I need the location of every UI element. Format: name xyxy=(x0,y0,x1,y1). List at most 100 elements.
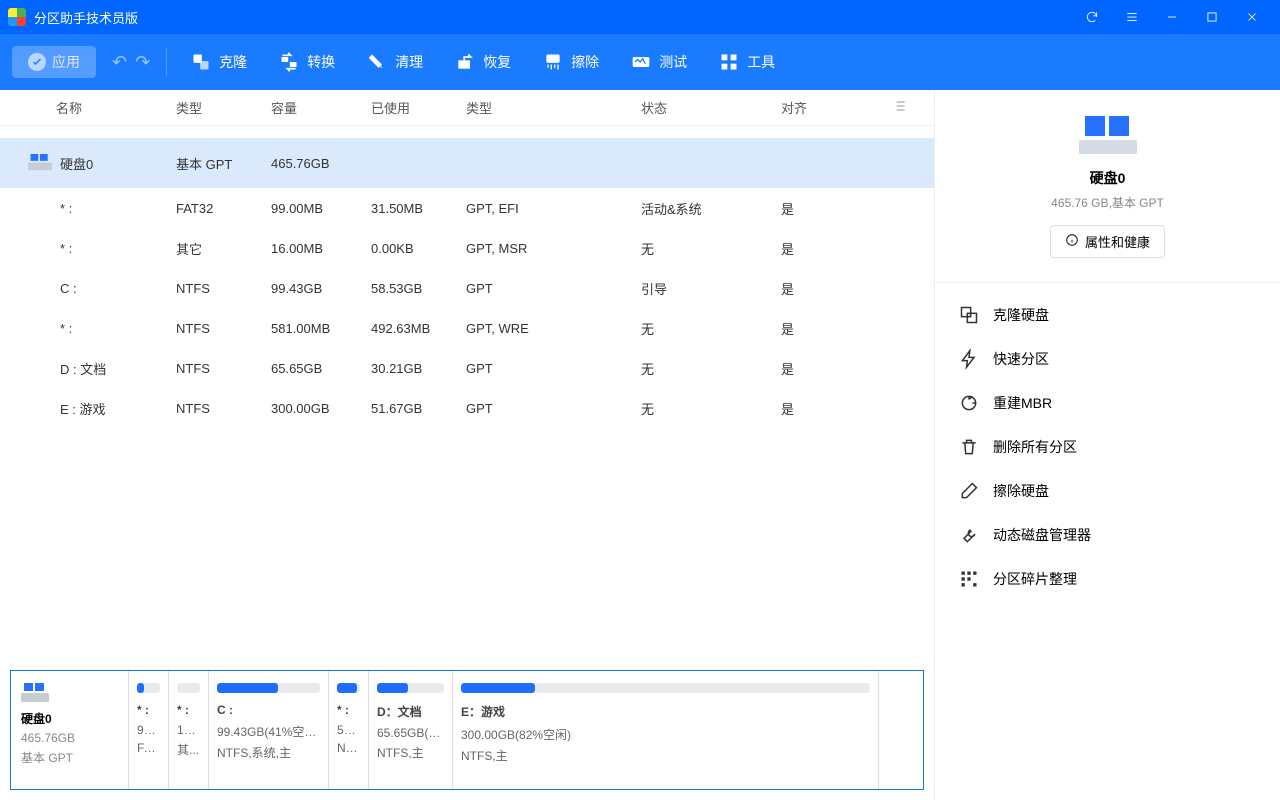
overview-partition[interactable]: D：文档 65.65GB(53... NTFS,主 xyxy=(369,671,453,789)
col-name[interactable]: 名称 xyxy=(16,98,176,117)
overview-partition[interactable]: E：游戏300.00GB(82%空闲)NTFS,主 xyxy=(453,671,879,789)
partition-row[interactable]: * :NTFS581.00MB492.63MBGPT, WRE无是 xyxy=(0,308,934,348)
col-settings-icon[interactable] xyxy=(841,98,918,117)
part-name: * : xyxy=(16,201,176,216)
maximize-button[interactable] xyxy=(1192,0,1232,34)
partition-table: 名称 类型 容量 已使用 类型 状态 对齐 硬盘0 基本 GPT 465.76G… xyxy=(0,90,934,660)
properties-button[interactable]: 属性和健康 xyxy=(1050,225,1165,258)
op-wipe-disk[interactable]: 擦除硬盘 xyxy=(935,469,1280,513)
disk-capacity: 465.76GB xyxy=(271,156,371,171)
clean-button[interactable]: 清理 xyxy=(359,46,431,78)
part-status: 无 xyxy=(641,359,781,378)
col-capacity[interactable]: 容量 xyxy=(271,98,371,117)
clone-icon xyxy=(959,305,979,325)
disk-row[interactable]: 硬盘0 基本 GPT 465.76GB xyxy=(0,138,934,188)
usage-bar xyxy=(217,683,320,693)
part-capacity: 300.00GB xyxy=(271,401,371,416)
apply-label: 应用 xyxy=(52,52,80,72)
partition-row[interactable]: C :NTFS99.43GB58.53GBGPT引导是 xyxy=(0,268,934,308)
part-status: 无 xyxy=(641,319,781,338)
col-status[interactable]: 状态 xyxy=(641,98,781,117)
part-used: 492.63MB xyxy=(371,321,466,336)
part-status: 引导 xyxy=(641,279,781,298)
op-rebuild-mbr[interactable]: 重建MBR xyxy=(935,381,1280,425)
undo-button[interactable]: ↶ xyxy=(112,52,127,73)
tools-button[interactable]: 工具 xyxy=(711,46,783,78)
usage-bar xyxy=(377,683,444,693)
overview-partition[interactable]: * :99...FAT... xyxy=(129,671,169,789)
ov-part-name: * : xyxy=(137,703,160,717)
close-button[interactable] xyxy=(1232,0,1272,34)
check-icon xyxy=(28,53,46,71)
convert-button[interactable]: 转换 xyxy=(271,46,343,78)
lightning-icon xyxy=(959,349,979,369)
wipe-button[interactable]: 擦除 xyxy=(535,46,607,78)
disk-icon xyxy=(28,154,52,172)
col-ptype[interactable]: 类型 xyxy=(466,98,641,117)
clone-button[interactable]: 克隆 xyxy=(183,46,255,78)
part-type: 其它 xyxy=(176,239,271,258)
overview-partition[interactable]: C :99.43GB(41%空闲)NTFS,系统,主 xyxy=(209,671,329,789)
ov-part-name: C : xyxy=(217,703,320,717)
partition-row[interactable]: * :其它16.00MB0.00KBGPT, MSR无是 xyxy=(0,228,934,268)
menu-button[interactable] xyxy=(1112,0,1152,34)
panel-disk-name: 硬盘0 xyxy=(951,168,1264,188)
part-align: 是 xyxy=(781,359,841,378)
op-defrag[interactable]: 分区碎片整理 xyxy=(935,557,1280,601)
part-type: FAT32 xyxy=(176,201,271,216)
test-button[interactable]: 测试 xyxy=(623,46,695,78)
part-name: C : xyxy=(16,281,176,296)
part-type: NTFS xyxy=(176,401,271,416)
app-logo-icon xyxy=(8,8,26,26)
part-align: 是 xyxy=(781,279,841,298)
part-capacity: 16.00MB xyxy=(271,241,371,256)
ov-disk-name: 硬盘0 xyxy=(21,710,118,727)
part-used: 51.67GB xyxy=(371,401,466,416)
part-align: 是 xyxy=(781,239,841,258)
ov-part-fs: NTFS,系统,主 xyxy=(217,744,320,761)
partition-row[interactable]: E : 游戏NTFS300.00GB51.67GBGPT无是 xyxy=(0,388,934,428)
recover-button[interactable]: 恢复 xyxy=(447,46,519,78)
ov-part-name: D：文档 xyxy=(377,703,444,720)
col-align[interactable]: 对齐 xyxy=(781,98,841,117)
redo-button[interactable]: ↷ xyxy=(135,52,150,73)
col-type[interactable]: 类型 xyxy=(176,98,271,117)
ov-part-fs: NTFS,主 xyxy=(377,744,444,761)
overview-partition[interactable]: * :581...NT... xyxy=(329,671,369,789)
ov-part-size: 581... xyxy=(337,723,360,737)
part-name: * : xyxy=(16,241,176,256)
app-title: 分区助手技术员版 xyxy=(34,8,138,27)
usage-bar xyxy=(337,683,360,693)
op-quick-partition[interactable]: 快速分区 xyxy=(935,337,1280,381)
part-used: 0.00KB xyxy=(371,241,466,256)
ov-part-name: * : xyxy=(177,703,200,717)
part-used: 30.21GB xyxy=(371,361,466,376)
usage-bar xyxy=(461,683,870,693)
ov-part-name: E：游戏 xyxy=(461,703,870,720)
part-name: D : 文档 xyxy=(16,359,176,378)
overview-disk[interactable]: 硬盘0 465.76GB 基本 GPT xyxy=(11,671,129,789)
partition-row[interactable]: * :FAT3299.00MB31.50MBGPT, EFI活动&系统是 xyxy=(0,188,934,228)
usage-bar xyxy=(177,683,200,693)
disk-overview: 硬盘0 465.76GB 基本 GPT * :99...FAT...* :16.… xyxy=(10,670,924,790)
ov-part-size: 65.65GB(53... xyxy=(377,726,444,740)
minimize-button[interactable] xyxy=(1152,0,1192,34)
table-header: 名称 类型 容量 已使用 类型 状态 对齐 xyxy=(0,90,934,126)
part-capacity: 99.43GB xyxy=(271,281,371,296)
part-status: 无 xyxy=(641,239,781,258)
part-ptype: GPT, WRE xyxy=(466,321,641,336)
op-dynamic-disk-mgr[interactable]: 动态磁盘管理器 xyxy=(935,513,1280,557)
op-clone-disk[interactable]: 克隆硬盘 xyxy=(935,293,1280,337)
refresh-button[interactable] xyxy=(1072,0,1112,34)
toolbar: 应用 ↶ ↷ 克隆 转换 清理 恢复 擦除 测试 工具 xyxy=(0,34,1280,90)
part-align: 是 xyxy=(781,319,841,338)
op-delete-all[interactable]: 删除所有分区 xyxy=(935,425,1280,469)
title-bar: 分区助手技术员版 xyxy=(0,0,1280,34)
partition-row[interactable]: D : 文档NTFS65.65GB30.21GBGPT无是 xyxy=(0,348,934,388)
overview-partition[interactable]: * :16...其... xyxy=(169,671,209,789)
recover-icon xyxy=(455,52,475,72)
defrag-icon xyxy=(959,569,979,589)
col-used[interactable]: 已使用 xyxy=(371,98,466,117)
part-used: 31.50MB xyxy=(371,201,466,216)
apply-button[interactable]: 应用 xyxy=(12,46,96,78)
